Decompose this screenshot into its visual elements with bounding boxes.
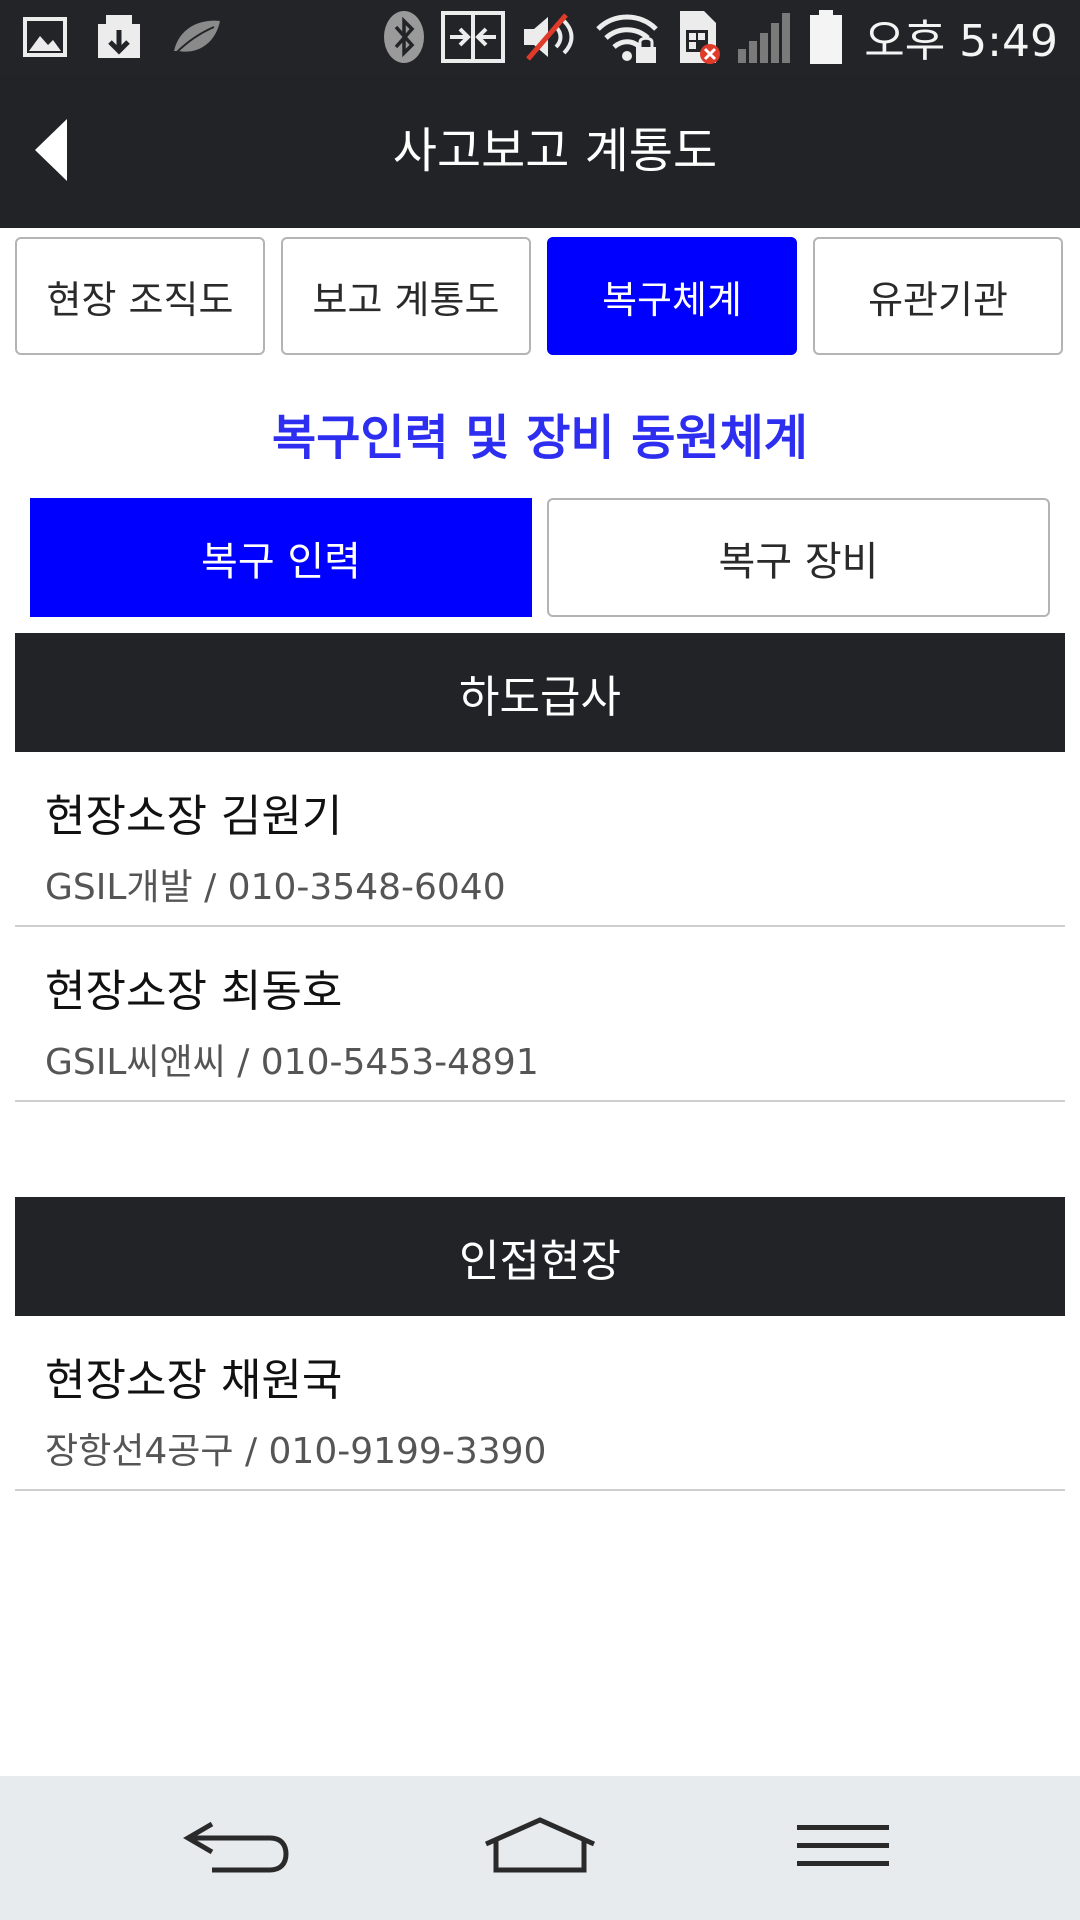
system-nav-bar	[0, 1776, 1080, 1920]
group-header-adjacent-sites: 인접현장	[15, 1197, 1065, 1316]
app-header: 사고보고 계통도	[0, 74, 1080, 228]
bluetooth-icon	[382, 9, 426, 65]
contact-detail: 장항선4공구 / 010-9199-3390	[45, 1431, 547, 1472]
contact-name: 현장소장 채원국	[45, 1355, 343, 1406]
tab-related-agencies[interactable]: 유관기관	[813, 237, 1063, 355]
tab-report-chain[interactable]: 보고 계통도	[281, 237, 531, 355]
battery-icon	[808, 8, 844, 66]
contact-detail: GSIL개발 / 010-3548-6040	[45, 867, 506, 908]
contact-name: 현장소장 김원기	[45, 791, 343, 842]
download-icon	[94, 12, 144, 62]
leaf-icon	[170, 17, 224, 57]
nav-back-button[interactable]	[157, 1798, 317, 1898]
top-tab-bar: 현장 조직도 보고 계통도 복구체계 유관기관	[15, 237, 1065, 357]
section-title: 복구인력 및 장비 동원체계	[272, 410, 808, 466]
subtab-recovery-equipment[interactable]: 복구 장비	[547, 498, 1050, 617]
contact-item[interactable]: 현장소장 최동호 GSIL씨앤씨 / 010-5453-4891	[15, 927, 1065, 1102]
wifi-lock-icon	[594, 9, 660, 65]
status-bar: 오후 5:49	[0, 0, 1080, 74]
home-icon	[480, 1816, 600, 1880]
image-icon	[22, 14, 68, 60]
nav-home-button[interactable]	[460, 1798, 620, 1898]
menu-icon	[793, 1821, 893, 1875]
tab-recovery-system[interactable]: 복구체계	[547, 237, 797, 355]
contact-detail: GSIL씨앤씨 / 010-5453-4891	[45, 1042, 539, 1083]
sim-error-icon	[674, 8, 722, 66]
nav-menu-button[interactable]	[763, 1798, 923, 1898]
status-time: 오후 5:49	[864, 16, 1058, 67]
contact-item[interactable]: 현장소장 김원기 GSIL개발 / 010-3548-6040	[15, 752, 1065, 927]
back-icon	[182, 1816, 292, 1880]
page-title: 사고보고 계통도	[392, 123, 718, 179]
tab-site-org-chart[interactable]: 현장 조직도	[15, 237, 265, 355]
status-bar-system: 오후 5:49	[382, 6, 1058, 68]
group-header-subcontractors: 하도급사	[15, 633, 1065, 752]
nfc-icon	[440, 9, 506, 65]
status-bar-notifications	[22, 10, 224, 64]
signal-icon	[736, 9, 794, 65]
subtab-recovery-personnel[interactable]: 복구 인력	[30, 498, 532, 617]
contact-item[interactable]: 현장소장 채원국 장항선4공구 / 010-9199-3390	[15, 1316, 1065, 1491]
contact-name: 현장소장 최동호	[45, 966, 343, 1017]
mute-icon	[520, 9, 580, 65]
